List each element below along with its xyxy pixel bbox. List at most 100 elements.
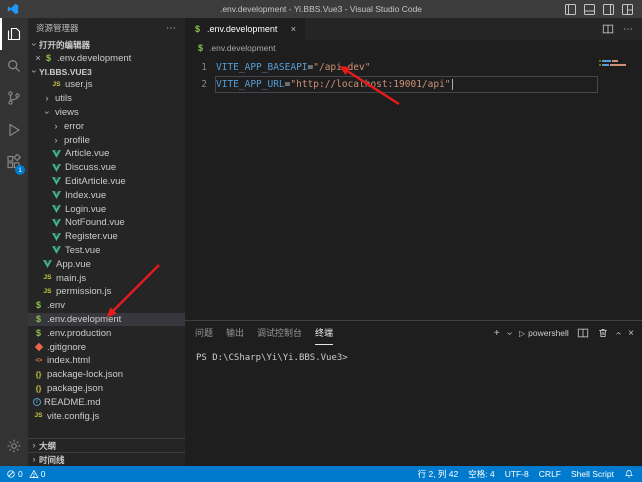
tree-item-.gitignore[interactable]: .gitignore	[28, 340, 185, 354]
status-left: 0 0	[6, 469, 45, 479]
js-icon: JS	[42, 286, 53, 297]
new-terminal-icon[interactable]: +	[494, 328, 500, 339]
toggle-sidebar-icon[interactable]	[565, 4, 576, 15]
tree-item-discuss.vue[interactable]: Discuss.vue	[28, 161, 185, 175]
tree-item-error[interactable]: ›error	[28, 119, 185, 133]
tab-close-icon[interactable]: ×	[288, 24, 298, 34]
tree-item-permission.js[interactable]: JSpermission.js	[28, 285, 185, 299]
code-line-1[interactable]: 1VITE_APP_BASEAPI="/api-dev"	[185, 59, 642, 76]
breadcrumb-file: .env.development	[209, 43, 275, 53]
tree-item-user.js[interactable]: JSuser.js	[28, 78, 185, 92]
panel-tab-terminal[interactable]: 终端	[315, 321, 333, 345]
toggle-secondary-sidebar-icon[interactable]	[603, 4, 614, 15]
minimap-line	[599, 64, 637, 66]
maximize-panel-icon[interactable]: ›	[613, 331, 624, 334]
notifications-bell-icon[interactable]	[624, 469, 634, 479]
outline-section-header[interactable]: › 大纲	[28, 438, 185, 452]
line-number: 2	[185, 79, 207, 90]
tree-item-test.vue[interactable]: Test.vue	[28, 244, 185, 258]
close-icon[interactable]: ×	[33, 53, 43, 63]
editor-tab-env-development[interactable]: $ .env.development ×	[185, 18, 305, 40]
status-cursor-position[interactable]: 行 2, 列 42	[418, 468, 459, 480]
tree-item-.env.production[interactable]: $.env.production	[28, 326, 185, 340]
tree-item-index.vue[interactable]: Index.vue	[28, 188, 185, 202]
env-icon: $	[192, 24, 203, 35]
tree-item-register.vue[interactable]: Register.vue	[28, 230, 185, 244]
split-terminal-icon[interactable]	[577, 327, 589, 339]
file-name: .gitignore	[47, 342, 86, 353]
panel-tab-output[interactable]: 输出	[226, 321, 244, 345]
tree-item-readme.md[interactable]: iREADME.md	[28, 395, 185, 409]
tree-item-utils[interactable]: ›utils	[28, 92, 185, 106]
tree-item-package-lock.json[interactable]: {}package-lock.json	[28, 368, 185, 382]
chevron-down-icon: ›	[29, 40, 40, 50]
code-editor[interactable]: 1VITE_APP_BASEAPI="/api-dev" 2 VITE_APP_UR…	[185, 56, 642, 320]
terminal-instance-powershell[interactable]: ▷ powershell	[519, 328, 569, 338]
tree-item-article.vue[interactable]: Article.vue	[28, 147, 185, 161]
file-name: package-lock.json	[47, 369, 123, 380]
settings-gear[interactable]	[0, 430, 28, 462]
status-encoding[interactable]: UTF-8	[505, 468, 529, 480]
activity-explorer[interactable]	[0, 18, 28, 50]
file-name: index.html	[47, 355, 90, 366]
toggle-panel-icon[interactable]	[584, 4, 595, 15]
activity-source-control[interactable]	[0, 82, 28, 114]
file-name: App.vue	[56, 259, 91, 270]
layout-controls	[565, 4, 633, 15]
file-name: permission.js	[56, 286, 111, 297]
tree-item-index.html[interactable]: <>index.html	[28, 354, 185, 368]
tree-item-views[interactable]: ›views	[28, 106, 185, 120]
file-name: package.json	[47, 383, 103, 394]
problems-status[interactable]: 0 0	[6, 469, 45, 479]
title-bar: .env.development - Yi.BBS.Vue3 - Visual …	[0, 0, 642, 18]
activity-extensions[interactable]: 1	[0, 146, 28, 178]
split-editor-icon[interactable]	[602, 23, 614, 35]
panel-tab-problems[interactable]: 问题	[195, 321, 213, 345]
chevron-down-icon: ›	[29, 67, 40, 77]
vscode-logo-icon	[7, 3, 19, 15]
window-title: .env.development - Yi.BBS.Vue3 - Visual …	[0, 4, 642, 14]
status-eol[interactable]: CRLF	[539, 468, 561, 480]
editor-region: $ .env.development × ⋯ $ .env.developmen…	[185, 18, 642, 466]
env-icon: $	[33, 328, 44, 339]
editor-tab-bar: $ .env.development × ⋯	[185, 18, 642, 40]
minimap[interactable]	[599, 60, 637, 68]
gear-icon	[6, 438, 22, 454]
code-line-2[interactable]: 2 VITE_APP_URL="http://localhost:19001/ap…	[185, 76, 642, 93]
tree-item-main.js[interactable]: JSmain.js	[28, 271, 185, 285]
project-section-header[interactable]: › YI.BBS.VUE3	[28, 65, 185, 78]
activity-search[interactable]	[0, 50, 28, 82]
tree-item-login.vue[interactable]: Login.vue	[28, 202, 185, 216]
files-icon	[6, 26, 22, 42]
js-icon: JS	[33, 411, 44, 422]
open-editor-item[interactable]: × $ .env.development	[28, 51, 185, 65]
warning-icon	[29, 469, 39, 479]
more-actions-icon[interactable]: ⋯	[623, 24, 633, 35]
tree-item-.env[interactable]: $.env	[28, 299, 185, 313]
breadcrumb[interactable]: $ .env.development	[185, 40, 642, 56]
open-editors-section-header[interactable]: › 打开的编辑器	[28, 38, 185, 51]
tree-item-editarticle.vue[interactable]: EditArticle.vue	[28, 175, 185, 189]
timeline-section-header[interactable]: › 时间线	[28, 452, 185, 466]
terminal[interactable]: PS D:\CSharp\Yi\Yi.BBS.Vue3>	[185, 345, 642, 466]
tree-item-app.vue[interactable]: App.vue	[28, 257, 185, 271]
tab-label: .env.development	[207, 24, 277, 34]
more-actions-icon[interactable]: ⋯	[166, 23, 177, 34]
env-icon: $	[33, 300, 44, 311]
customize-layout-icon[interactable]	[622, 4, 633, 15]
status-indentation[interactable]: 空格: 4	[468, 468, 494, 480]
file-name: utils	[55, 93, 72, 104]
activity-run-debug[interactable]	[0, 114, 28, 146]
terminal-instance-label: powershell	[528, 328, 569, 338]
panel-tab-debug-console[interactable]: 调试控制台	[257, 321, 302, 345]
terminal-dropdown-icon[interactable]: ›	[504, 331, 515, 334]
close-panel-icon[interactable]: ×	[628, 328, 634, 339]
tree-item-notfound.vue[interactable]: NotFound.vue	[28, 216, 185, 230]
tree-item-.env.development[interactable]: $.env.development	[28, 313, 185, 327]
tree-item-vite.config.js[interactable]: JSvite.config.js	[28, 409, 185, 423]
status-language-mode[interactable]: Shell Script	[571, 468, 614, 480]
line-content: VITE_APP_URL="http://localhost:19001/api…	[215, 76, 598, 93]
tree-item-package.json[interactable]: {}package.json	[28, 382, 185, 396]
tree-item-profile[interactable]: ›profile	[28, 133, 185, 147]
kill-terminal-icon[interactable]	[597, 327, 609, 339]
